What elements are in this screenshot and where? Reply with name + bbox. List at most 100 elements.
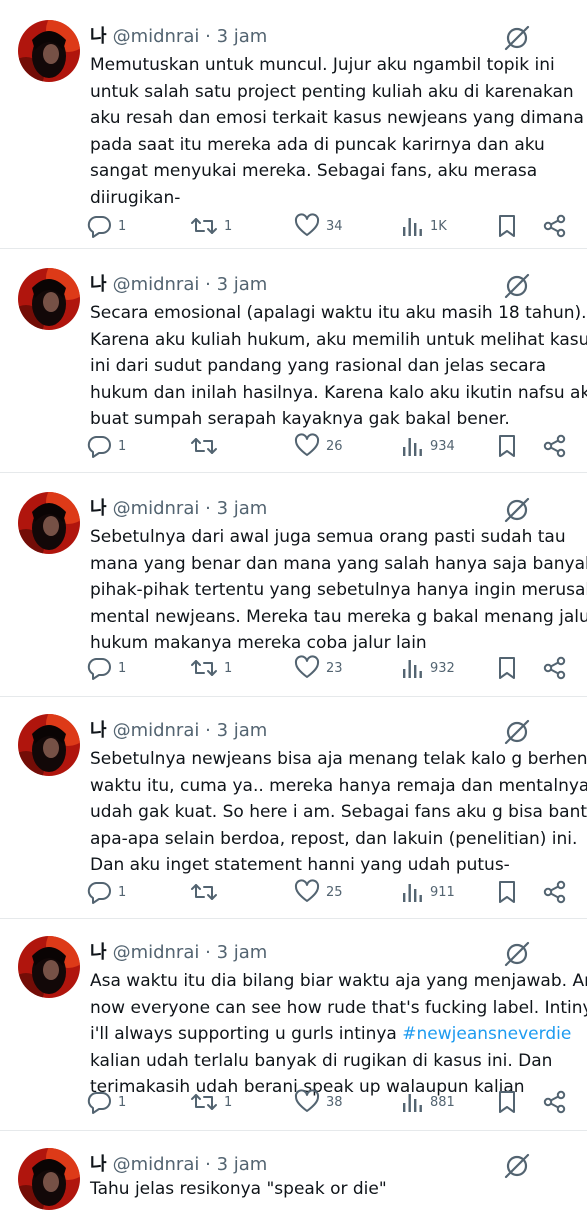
separator: · bbox=[205, 498, 211, 519]
reply-button[interactable]: 1 bbox=[86, 430, 126, 462]
bookmark-button[interactable] bbox=[496, 1086, 518, 1118]
like-button[interactable]: 25 bbox=[294, 876, 343, 908]
author-name[interactable]: 나 bbox=[90, 720, 107, 741]
tweet-actions: 1 1 23 932 bbox=[86, 652, 576, 684]
retweet-button[interactable] bbox=[190, 876, 224, 908]
reply-button[interactable]: 1 bbox=[86, 876, 126, 908]
tweet-text: Sebetulnya dari awal juga semua orang pa… bbox=[90, 524, 587, 657]
bookmark-button[interactable] bbox=[496, 430, 518, 462]
timestamp[interactable]: 3 jam bbox=[217, 498, 268, 519]
like-count: 26 bbox=[326, 438, 343, 454]
views-button[interactable]: 934 bbox=[400, 430, 455, 462]
avatar[interactable] bbox=[18, 268, 80, 330]
share-button[interactable] bbox=[542, 876, 568, 908]
bookmark-button[interactable] bbox=[496, 210, 518, 242]
retweet-button[interactable]: 1 bbox=[190, 1086, 232, 1118]
reply-button[interactable]: 1 bbox=[86, 1086, 126, 1118]
reply-icon bbox=[86, 1089, 112, 1115]
tweet-line: Tahu jelas resikonya "speak or die" bbox=[90, 1179, 387, 1199]
views-button[interactable]: 881 bbox=[400, 1086, 455, 1118]
heart-icon bbox=[294, 433, 320, 459]
tweet-line: pihak-pihak tertentu yang sebetulnya han… bbox=[90, 580, 587, 600]
share-button[interactable] bbox=[542, 1086, 568, 1118]
retweet-icon bbox=[190, 655, 218, 681]
tweet-line: Asa waktu itu dia bilang biar waktu aja … bbox=[90, 971, 587, 991]
like-button[interactable]: 38 bbox=[294, 1086, 343, 1118]
mute-icon[interactable] bbox=[500, 270, 534, 300]
avatar[interactable] bbox=[18, 1148, 80, 1210]
reply-icon bbox=[86, 213, 112, 239]
retweet-button[interactable]: 1 bbox=[190, 210, 232, 242]
author-handle[interactable]: @midnrai bbox=[113, 498, 200, 519]
reply-button[interactable]: 1 bbox=[86, 210, 126, 242]
avatar[interactable] bbox=[18, 20, 80, 82]
retweet-icon bbox=[190, 1089, 218, 1115]
like-button[interactable]: 34 bbox=[294, 210, 343, 242]
like-count: 25 bbox=[326, 884, 343, 900]
share-icon bbox=[542, 213, 568, 239]
bookmark-icon bbox=[496, 655, 518, 681]
share-button[interactable] bbox=[542, 652, 568, 684]
retweet-button[interactable]: 1 bbox=[190, 652, 232, 684]
author-handle[interactable]: @midnrai bbox=[113, 1154, 200, 1175]
mute-icon[interactable] bbox=[500, 716, 534, 746]
avatar[interactable] bbox=[18, 714, 80, 776]
bookmark-button[interactable] bbox=[496, 876, 518, 908]
tweet-actions: 1 1 34 1K bbox=[86, 210, 576, 242]
tweet-line: hukum dan inilah hasilnya. Karena kalo a… bbox=[90, 382, 587, 403]
divider bbox=[0, 918, 587, 919]
mute-icon[interactable] bbox=[500, 22, 534, 52]
views-count: 934 bbox=[430, 438, 455, 454]
views-button[interactable]: 1K bbox=[400, 210, 447, 242]
author-handle[interactable]: @midnrai bbox=[113, 720, 200, 741]
avatar[interactable] bbox=[18, 492, 80, 554]
timestamp[interactable]: 3 jam bbox=[217, 1154, 268, 1175]
views-count: 932 bbox=[430, 660, 455, 676]
tweet-line-text: i'll always supporting u gurls intinya bbox=[90, 1024, 403, 1044]
bookmark-icon bbox=[496, 1089, 518, 1115]
tweet-text: Tahu jelas resikonya "speak or die" bbox=[90, 1176, 560, 1203]
tweet-actions: 1 25 911 bbox=[86, 876, 576, 908]
tweet-header: 나 @midnrai · 3 jam bbox=[90, 716, 267, 742]
share-button[interactable] bbox=[542, 430, 568, 462]
views-count: 881 bbox=[430, 1094, 455, 1110]
bookmark-button[interactable] bbox=[496, 652, 518, 684]
like-button[interactable]: 23 bbox=[294, 652, 343, 684]
heart-icon bbox=[294, 213, 320, 239]
author-handle[interactable]: @midnrai bbox=[113, 274, 200, 295]
separator: · bbox=[205, 26, 211, 47]
reply-button[interactable]: 1 bbox=[86, 652, 126, 684]
divider bbox=[0, 696, 587, 697]
tweet-header: 나 @midnrai · 3 jam bbox=[90, 938, 267, 964]
like-button[interactable]: 26 bbox=[294, 430, 343, 462]
retweet-icon bbox=[190, 213, 218, 239]
views-button[interactable]: 932 bbox=[400, 652, 455, 684]
author-handle[interactable]: @midnrai bbox=[113, 26, 200, 47]
timestamp[interactable]: 3 jam bbox=[217, 274, 268, 295]
author-name[interactable]: 나 bbox=[90, 942, 107, 963]
share-button[interactable] bbox=[542, 210, 568, 242]
views-button[interactable]: 911 bbox=[400, 876, 455, 908]
mute-icon[interactable] bbox=[500, 938, 534, 968]
author-name[interactable]: 나 bbox=[90, 26, 107, 47]
reply-count: 1 bbox=[118, 660, 127, 676]
hashtag-link[interactable]: #newjeansneverdie bbox=[402, 1024, 571, 1044]
tweet-line: diirugikan- bbox=[90, 187, 181, 208]
share-icon bbox=[542, 655, 568, 681]
author-name[interactable]: 나 bbox=[90, 498, 107, 519]
timestamp[interactable]: 3 jam bbox=[217, 26, 268, 47]
mute-icon[interactable] bbox=[500, 494, 534, 524]
views-icon bbox=[400, 879, 424, 905]
timestamp[interactable]: 3 jam bbox=[217, 720, 268, 741]
tweet-actions: 1 26 934 bbox=[86, 430, 576, 462]
retweet-button[interactable] bbox=[190, 430, 224, 462]
tweet-line: Secara emosional (apalagi waktu itu aku … bbox=[90, 303, 587, 323]
author-name[interactable]: 나 bbox=[90, 274, 107, 295]
timestamp[interactable]: 3 jam bbox=[217, 942, 268, 963]
avatar[interactable] bbox=[18, 936, 80, 998]
author-name[interactable]: 나 bbox=[90, 1154, 107, 1175]
heart-icon bbox=[294, 1089, 320, 1115]
retweet-icon bbox=[190, 433, 218, 459]
author-handle[interactable]: @midnrai bbox=[113, 942, 200, 963]
reply-count: 1 bbox=[118, 1094, 127, 1110]
